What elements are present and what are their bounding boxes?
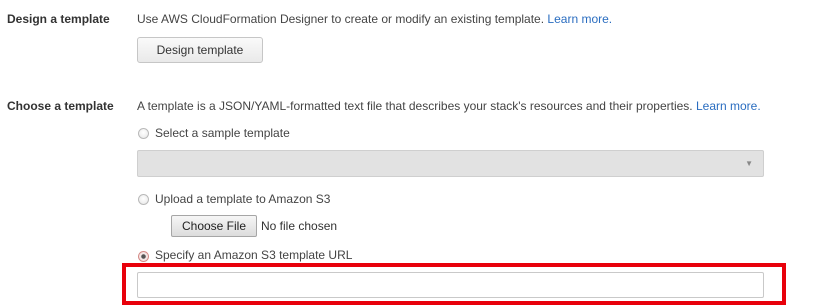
choose-template-label: Choose a template: [7, 99, 114, 113]
design-template-description: Use AWS CloudFormation Designer to creat…: [137, 12, 612, 26]
design-template-button[interactable]: Design template: [137, 37, 263, 63]
choose-template-learn-more-link[interactable]: Learn more.: [696, 99, 761, 113]
design-template-learn-more-link[interactable]: Learn more.: [547, 12, 612, 26]
choose-template-description-text: A template is a JSON/YAML-formatted text…: [137, 99, 693, 113]
upload-template-radio-label: Upload a template to Amazon S3: [155, 192, 331, 206]
s3-url-radio-label: Specify an Amazon S3 template URL: [155, 248, 353, 262]
choose-file-button[interactable]: Choose File: [171, 215, 257, 237]
s3-url-input[interactable]: [137, 272, 764, 298]
design-template-label: Design a template: [7, 12, 110, 26]
sample-template-radio[interactable]: [138, 128, 149, 139]
choose-template-description: A template is a JSON/YAML-formatted text…: [137, 99, 761, 113]
s3-url-radio[interactable]: [138, 251, 149, 262]
chevron-down-icon: ▼: [745, 159, 753, 168]
design-template-description-text: Use AWS CloudFormation Designer to creat…: [137, 12, 545, 26]
sample-template-radio-label: Select a sample template: [155, 126, 290, 140]
file-status-text: No file chosen: [261, 219, 338, 233]
sample-template-select[interactable]: ▼: [137, 150, 764, 177]
upload-template-radio[interactable]: [138, 194, 149, 205]
